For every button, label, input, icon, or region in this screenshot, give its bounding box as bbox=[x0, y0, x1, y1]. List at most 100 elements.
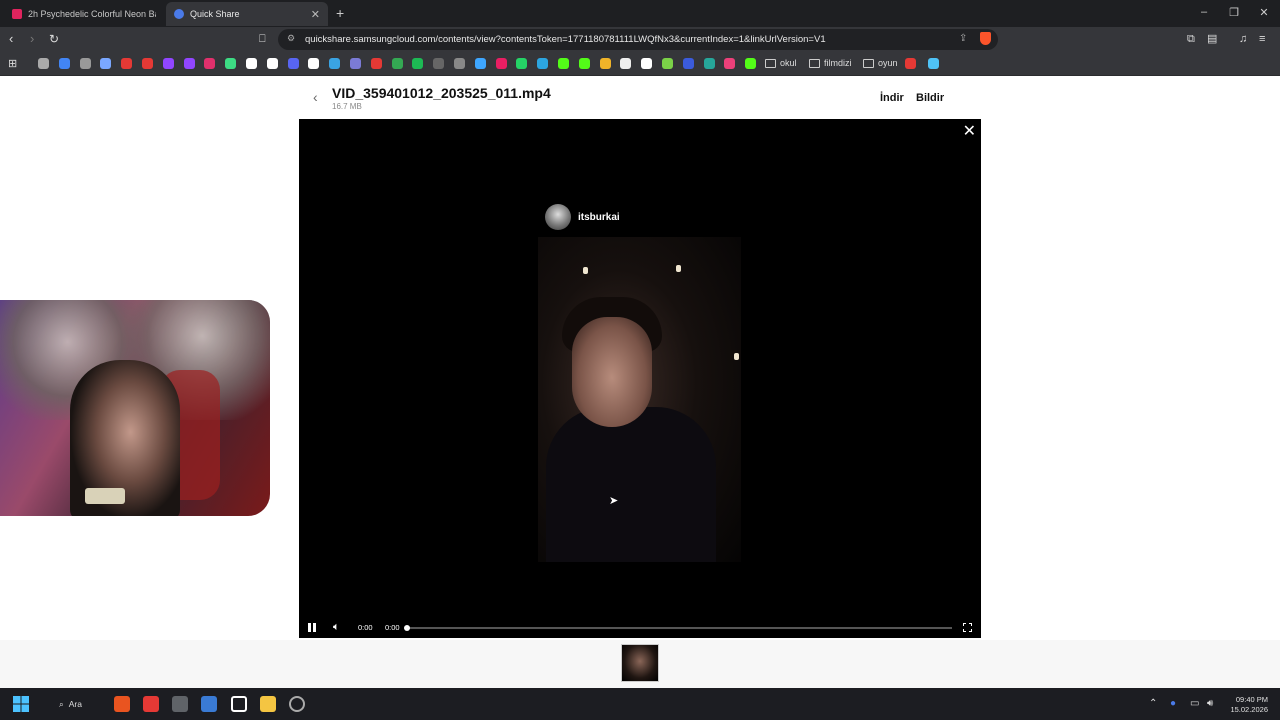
forward-icon[interactable]: › bbox=[30, 32, 34, 46]
bookmark-icon[interactable] bbox=[474, 58, 486, 69]
bookmark-folder-filmdizi[interactable]: filmdizi bbox=[809, 58, 852, 68]
media-icon[interactable]: ♫ bbox=[1239, 32, 1247, 46]
clock-time[interactable]: 09:40 PM bbox=[1228, 695, 1268, 704]
wallet-icon[interactable]: ▤ bbox=[1207, 32, 1217, 46]
extensions-icon[interactable]: ⧉ bbox=[1187, 32, 1195, 46]
seek-bar[interactable] bbox=[404, 625, 952, 631]
bookmark-icon[interactable] bbox=[516, 58, 528, 69]
current-time: 0:00 bbox=[358, 623, 373, 632]
restore-button[interactable]: ❐ bbox=[1222, 6, 1246, 19]
video-content bbox=[546, 407, 716, 562]
bookmark-icon[interactable] bbox=[350, 58, 361, 69]
bookmark-icon[interactable] bbox=[454, 58, 465, 69]
taskbar-search[interactable]: ⌕ Ara bbox=[52, 694, 102, 714]
menu-icon[interactable]: ≡ bbox=[1259, 32, 1265, 46]
new-tab-button[interactable]: + bbox=[336, 5, 344, 21]
search-icon: ⌕ bbox=[59, 698, 64, 709]
bookmarks-bar: ⊞ okul filmdizi oyun bbox=[0, 52, 1280, 76]
bookmark-icon[interactable] bbox=[928, 58, 939, 69]
bookmark-icon[interactable] bbox=[391, 58, 403, 69]
close-tab-icon[interactable]: ✕ bbox=[311, 8, 320, 21]
video-frame[interactable] bbox=[538, 237, 741, 562]
bookmark-icon[interactable] bbox=[266, 58, 278, 69]
bookmark-icon[interactable] bbox=[745, 58, 757, 69]
taskbar-app-icon[interactable] bbox=[201, 696, 217, 712]
bookmark-icon[interactable] bbox=[682, 58, 694, 69]
video-player[interactable]: ✕ itsburkai ➤ 🔈︎ 0:00 0:00 bbox=[299, 119, 981, 638]
tab-title: 2h Psychedelic Colorful Neon Backgr... bbox=[28, 9, 156, 19]
bookmark-icon[interactable] bbox=[412, 58, 424, 69]
taskbar-app-icon[interactable] bbox=[143, 696, 159, 712]
url-text: quickshare.samsungcloud.com/contents/vie… bbox=[305, 34, 826, 45]
show-hidden-icons[interactable]: ⌃ bbox=[1149, 698, 1157, 709]
bookmark-icon[interactable] bbox=[495, 58, 507, 69]
download-button[interactable]: İndir bbox=[880, 92, 904, 104]
bookmark-icon[interactable] bbox=[905, 58, 916, 69]
bookmark-icon[interactable] bbox=[703, 58, 715, 69]
bookmark-folder-okul[interactable]: okul bbox=[765, 58, 797, 68]
taskbar-app-icon[interactable] bbox=[114, 696, 130, 712]
bookmark-icon[interactable] bbox=[599, 58, 611, 69]
bookmark-icon[interactable] bbox=[38, 58, 49, 69]
brave-shield-icon[interactable] bbox=[980, 32, 991, 45]
tab-quick-share[interactable]: Quick Share ✕ bbox=[166, 2, 328, 26]
bookmark-icon[interactable] bbox=[370, 58, 382, 69]
url-bar[interactable]: ⚙ quickshare.samsungcloud.com/contents/v… bbox=[278, 29, 998, 50]
bookmark-icon[interactable] bbox=[287, 58, 299, 69]
microphone-icon[interactable]: ● bbox=[1170, 698, 1176, 709]
taskbar-app-icon[interactable] bbox=[260, 696, 276, 712]
report-button[interactable]: Bildir bbox=[916, 92, 944, 104]
bookmark-icon[interactable] bbox=[183, 58, 195, 69]
folder-icon bbox=[765, 58, 776, 68]
reload-icon[interactable]: ↻ bbox=[49, 32, 59, 46]
thumbnail-strip bbox=[0, 640, 1280, 688]
bookmark-icon[interactable] bbox=[58, 58, 70, 69]
close-window-button[interactable]: ✕ bbox=[1252, 6, 1276, 19]
taskbar-app-icon[interactable] bbox=[172, 696, 188, 712]
bookmark-icon[interactable] bbox=[142, 58, 153, 69]
bookmark-icon[interactable] bbox=[433, 58, 445, 69]
file-name: VID_359401012_203525_011.mp4 bbox=[332, 85, 551, 101]
bookmark-icon[interactable] bbox=[558, 58, 569, 69]
site-info-icon[interactable]: ⚙ bbox=[287, 33, 295, 44]
avatar bbox=[545, 204, 571, 230]
bookmark-icon[interactable] bbox=[329, 58, 341, 69]
video-thumbnail[interactable] bbox=[621, 644, 659, 682]
bookmark-icon[interactable] bbox=[121, 58, 133, 69]
share-icon[interactable]: ⇪ bbox=[959, 33, 967, 44]
tab-youtube[interactable]: 2h Psychedelic Colorful Neon Backgr... bbox=[4, 2, 164, 26]
folder-icon bbox=[809, 58, 820, 68]
clock-date[interactable]: 15.02.2026 bbox=[1228, 705, 1268, 714]
bookmark-icon[interactable] bbox=[79, 58, 91, 69]
quick-share-icon bbox=[174, 9, 184, 19]
back-icon[interactable]: ‹ bbox=[9, 32, 13, 46]
volume-icon[interactable]: 🔈︎ bbox=[333, 621, 340, 634]
seek-handle[interactable] bbox=[404, 625, 410, 631]
bookmark-icon[interactable] bbox=[620, 58, 632, 69]
bookmark-icon[interactable] bbox=[308, 58, 320, 69]
volume-tray-icon[interactable]: 🔊︎ bbox=[1207, 698, 1213, 709]
bookmark-icon[interactable] bbox=[225, 58, 237, 69]
bookmark-icon[interactable] bbox=[537, 58, 549, 69]
taskbar-app-icon[interactable] bbox=[231, 696, 247, 712]
folder-icon bbox=[863, 58, 874, 68]
close-icon[interactable]: ✕ bbox=[963, 121, 976, 141]
bookmark-icon[interactable] bbox=[204, 58, 216, 69]
back-arrow-icon[interactable]: ‹ bbox=[313, 89, 318, 105]
pause-icon[interactable] bbox=[308, 623, 316, 632]
network-icon[interactable]: ▭ bbox=[1190, 698, 1199, 709]
bookmark-icon[interactable] bbox=[246, 58, 257, 69]
taskbar-app-icon[interactable] bbox=[289, 696, 305, 712]
bookmark-icon[interactable] bbox=[662, 58, 673, 69]
bookmark-folder-oyun[interactable]: oyun bbox=[863, 58, 898, 68]
bookmark-icon[interactable]: ⎕ bbox=[259, 32, 266, 46]
bookmark-icon[interactable] bbox=[578, 58, 590, 69]
bookmark-icon[interactable] bbox=[724, 58, 736, 69]
minimize-button[interactable]: – bbox=[1192, 6, 1216, 18]
bookmark-icon[interactable] bbox=[641, 58, 653, 69]
windows-start-icon[interactable] bbox=[13, 696, 29, 712]
bookmark-icon[interactable] bbox=[100, 58, 112, 69]
bookmark-icon[interactable] bbox=[162, 58, 174, 69]
fullscreen-icon[interactable] bbox=[962, 622, 972, 632]
apps-grid-icon[interactable]: ⊞ bbox=[8, 57, 17, 70]
